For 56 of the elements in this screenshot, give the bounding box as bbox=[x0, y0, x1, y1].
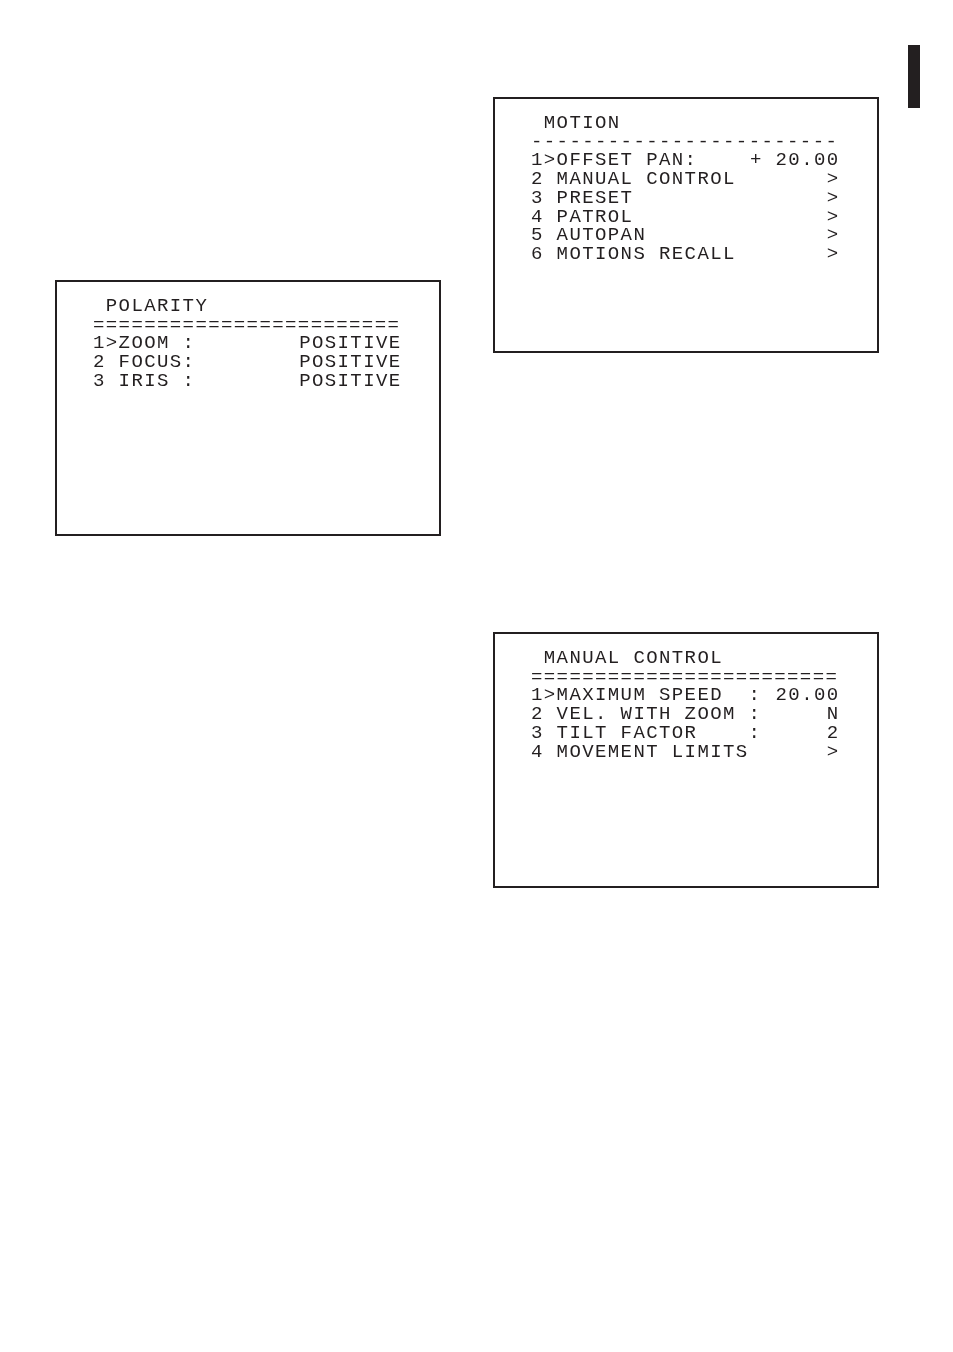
menu-item-value: > bbox=[826, 742, 840, 762]
menu-item[interactable]: ZOOM bbox=[118, 334, 170, 354]
menu-item-value: > bbox=[826, 170, 840, 189]
item-number: 2 bbox=[93, 353, 106, 372]
menu-item[interactable]: IRIS bbox=[118, 371, 170, 391]
menu-item-value: POSITIVE bbox=[299, 353, 402, 372]
menu-item[interactable]: VEL. WITH ZOOM bbox=[556, 705, 736, 724]
menu-item[interactable]: PATROL bbox=[556, 207, 634, 227]
colon-separator: : bbox=[182, 353, 196, 372]
menu-title: MANUAL CONTROL bbox=[543, 649, 724, 668]
colon-separator: : bbox=[748, 686, 762, 706]
colon-separator: : bbox=[748, 705, 762, 724]
dashed-rule: ======================== bbox=[531, 667, 839, 687]
menu-item-value: N bbox=[826, 705, 840, 724]
dashed-rule: ------------------------ bbox=[531, 132, 839, 152]
colon-separator: : bbox=[748, 723, 762, 743]
item-number: 2 bbox=[531, 170, 544, 189]
item-number: 5 bbox=[531, 226, 544, 245]
menu-item-value: > bbox=[826, 226, 840, 245]
selection-cursor: > bbox=[543, 686, 557, 706]
menu-item-value: 2 bbox=[826, 723, 840, 743]
item-number: 4 bbox=[531, 742, 544, 762]
item-number: 3 bbox=[531, 188, 544, 208]
menu-item[interactable]: TILT FACTOR bbox=[556, 723, 698, 743]
selection-cursor: > bbox=[105, 334, 119, 354]
menu-item-value: + 20.00 bbox=[749, 151, 840, 171]
item-number: 3 bbox=[531, 723, 544, 743]
page-tab-marker bbox=[908, 45, 920, 108]
item-number: 2 bbox=[531, 705, 544, 724]
menu-item[interactable]: MAXIMUM SPEED bbox=[556, 686, 724, 706]
menu-item[interactable]: MANUAL CONTROL bbox=[556, 170, 736, 189]
item-number: 6 bbox=[531, 244, 544, 264]
selection-cursor: > bbox=[543, 151, 557, 171]
menu-item-value: > bbox=[826, 188, 840, 208]
menu-item-value: 20.00 bbox=[775, 686, 840, 706]
item-number: 1 bbox=[93, 334, 106, 354]
menu-item-value: > bbox=[826, 244, 840, 264]
colon-separator: : bbox=[182, 371, 196, 391]
menu-item[interactable]: MOTIONS RECALL bbox=[556, 244, 736, 264]
item-number: 1 bbox=[531, 151, 544, 171]
menu-item[interactable]: AUTOPAN bbox=[556, 226, 647, 245]
menu-item[interactable]: OFFSET PAN bbox=[556, 151, 685, 171]
menu-item[interactable]: FOCUS bbox=[118, 353, 183, 372]
dashed-rule: ======================== bbox=[93, 315, 401, 335]
item-number: 3 bbox=[93, 371, 106, 391]
menu-title: MOTION bbox=[543, 114, 621, 133]
menu-item-value: POSITIVE bbox=[299, 371, 402, 391]
colon-separator: : bbox=[684, 151, 698, 171]
menu-item[interactable]: PRESET bbox=[556, 188, 634, 208]
menu-item[interactable]: MOVEMENT LIMITS bbox=[556, 742, 749, 762]
colon-separator: : bbox=[182, 334, 196, 354]
item-number: 1 bbox=[531, 686, 544, 706]
item-number: 4 bbox=[531, 207, 544, 227]
menu-item-value: > bbox=[826, 207, 840, 227]
menu-item-value: POSITIVE bbox=[299, 334, 402, 354]
menu-title: POLARITY bbox=[105, 297, 209, 316]
